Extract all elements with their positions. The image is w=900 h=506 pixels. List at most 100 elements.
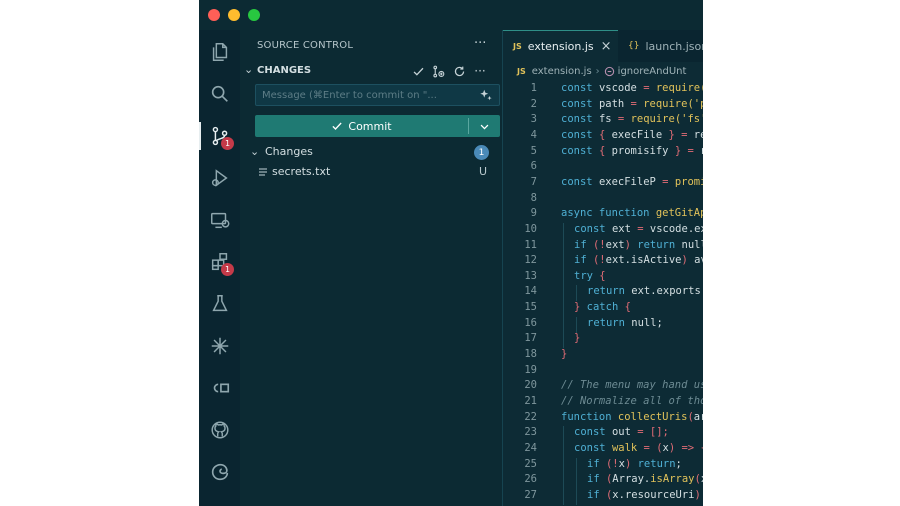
breadcrumb-file[interactable]: extension.js — [532, 66, 592, 77]
code-text: if (!ext) return null — [574, 238, 703, 251]
changes-group-label: Changes — [265, 145, 313, 158]
tab-bar: JS extension.js × {} launch.json — [503, 30, 703, 62]
indent-guide — [576, 316, 577, 333]
tab-label: launch.json — [645, 39, 703, 53]
code-text: const out = []; — [574, 426, 669, 439]
git-graph-icon — [432, 65, 444, 77]
code-line: 9 async function getGitAp — [503, 207, 703, 223]
source-control-activity[interactable]: 1 — [199, 118, 240, 154]
sparkle-activity[interactable] — [199, 328, 240, 364]
sparkle-icon[interactable] — [479, 88, 493, 102]
line-number: 9 — [530, 207, 537, 220]
line-number: 12 — [524, 254, 537, 267]
line-number: 13 — [524, 269, 537, 282]
code-editor[interactable]: 1 const vscode = require(2 const path = re… — [503, 80, 703, 506]
code-line: 19 — [503, 364, 703, 380]
code-text: } catch { — [574, 301, 631, 314]
code-line: 16 return null; — [503, 316, 703, 333]
run-debug-activity[interactable] — [199, 160, 240, 196]
minimize-window-button[interactable] — [228, 9, 240, 21]
edge-activity[interactable] — [199, 454, 240, 490]
refresh-button[interactable] — [451, 63, 467, 79]
indent-guide — [563, 269, 564, 286]
explorer-activity[interactable] — [199, 34, 240, 70]
commit-button-content: Commit — [255, 115, 468, 137]
code-line: 27 if (x.resourceUri) — [503, 488, 703, 505]
changes-count-badge: 1 — [474, 145, 489, 160]
more-actions-button[interactable]: ··· — [474, 36, 486, 51]
indent-guide — [563, 316, 564, 333]
code-text: const ext = vscode.ex — [574, 222, 703, 235]
line-number: 19 — [524, 363, 537, 376]
commit-dropdown-button[interactable] — [469, 115, 500, 137]
code-line: 23 const out = []; — [503, 426, 703, 443]
indent-guide — [563, 301, 564, 318]
code-line: 3 const fs = require('fs' — [503, 113, 703, 129]
line-number: 10 — [524, 222, 537, 235]
code-text: } — [561, 348, 568, 361]
code-line: 22 function collectUris(ar — [503, 411, 703, 427]
line-number: 2 — [530, 97, 537, 110]
code-text: return null; — [587, 316, 663, 329]
line-number: 15 — [524, 301, 537, 314]
code-text: return ext.exports. — [587, 285, 703, 298]
changes-more-button[interactable]: ··· — [472, 63, 488, 79]
code-line: 1 const vscode = require( — [503, 82, 703, 98]
indent-guide — [563, 285, 564, 302]
tab-launch-json[interactable]: {} launch.json — [618, 30, 703, 62]
code-text: async function getGitAp — [561, 207, 703, 220]
line-number: 22 — [524, 410, 537, 423]
chevron-down-icon: ⌄ — [244, 63, 254, 76]
indent-guide — [563, 473, 564, 490]
graph-button[interactable] — [430, 63, 446, 79]
text-file-icon — [259, 168, 267, 176]
check-icon — [413, 67, 423, 76]
commit-button[interactable]: Commit — [255, 115, 500, 137]
gitlens-activity[interactable] — [199, 370, 240, 406]
search-activity[interactable] — [199, 76, 240, 112]
github-icon — [210, 421, 229, 439]
line-number: 18 — [524, 348, 537, 361]
chevron-down-icon: ⌄ — [250, 145, 260, 158]
code-line: 5 const { promisify } = r — [503, 145, 703, 161]
changes-group[interactable]: ⌄ Changes 1 — [240, 142, 502, 162]
files-icon — [212, 43, 227, 61]
changes-section-header[interactable]: ⌄ CHANGES ··· — [240, 62, 502, 82]
tab-extension-js[interactable]: JS extension.js × — [503, 30, 618, 62]
line-number: 20 — [524, 379, 537, 392]
code-line: 2 const path = require('p — [503, 98, 703, 114]
commit-message-input[interactable] — [256, 85, 476, 105]
indent-guide — [563, 254, 564, 271]
javascript-file-icon: JS — [517, 66, 526, 76]
code-text: const path = require('p — [561, 97, 703, 110]
method-icon — [604, 66, 614, 76]
close-icon[interactable]: × — [601, 39, 612, 54]
json-file-icon: {} — [628, 41, 640, 51]
line-number: 25 — [524, 457, 537, 470]
extensions-activity[interactable]: 1 — [199, 244, 240, 280]
code-line: 7 const execFileP = promi — [503, 176, 703, 192]
code-text: const vscode = require( — [561, 82, 703, 94]
close-window-button[interactable] — [208, 9, 220, 21]
source-control-badge: 1 — [221, 137, 234, 150]
vscode-window: 1 1 SOURCE CONTROL ··· ⌄ CHANGES ··· Mes… — [199, 0, 703, 506]
line-number: 4 — [530, 128, 537, 141]
remote-explorer-activity[interactable] — [199, 202, 240, 238]
code-text: if (!x) return; — [587, 457, 682, 470]
commit-check-button[interactable] — [410, 63, 426, 79]
commit-message-box — [255, 84, 500, 106]
maximize-window-button[interactable] — [248, 9, 260, 21]
code-text: const { promisify } = r — [561, 144, 703, 157]
changed-file-item[interactable]: secrets.txt U — [240, 162, 502, 182]
github-activity[interactable] — [199, 412, 240, 448]
code-line: 25 if (!x) return; — [503, 457, 703, 474]
search-icon — [211, 85, 228, 102]
testing-activity[interactable] — [199, 286, 240, 322]
code-text: if (x.resourceUri) — [587, 488, 701, 501]
breadcrumb-symbol[interactable]: ignoreAndUnt — [618, 66, 687, 77]
indent-guide — [576, 473, 577, 490]
burst-icon — [211, 337, 228, 355]
refresh-icon — [454, 66, 464, 76]
code-text: const { execFile } = re — [561, 128, 703, 141]
indent-guide — [576, 457, 577, 474]
